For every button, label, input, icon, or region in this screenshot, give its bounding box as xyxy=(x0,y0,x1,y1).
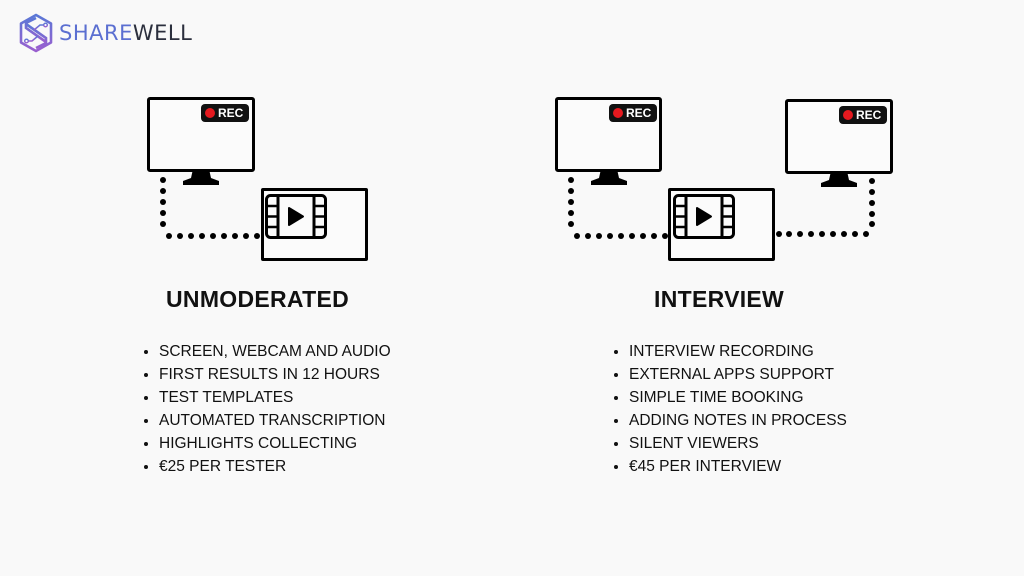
rec-label: REC xyxy=(856,108,882,122)
brand-name-well: WELL xyxy=(132,21,193,45)
record-dot-icon xyxy=(613,108,623,118)
feature-item: FIRST RESULTS IN 12 HOURS xyxy=(142,363,391,386)
plan-title-interview: INTERVIEW xyxy=(654,286,785,312)
dotted-connector-left xyxy=(568,177,668,239)
dotted-connector xyxy=(160,177,260,239)
plan-title-unmoderated: UNMODERATED xyxy=(166,286,350,312)
feature-list-interview: INTERVIEW RECORDING EXTERNAL APPS SUPPOR… xyxy=(612,340,847,478)
sharewell-logo-icon xyxy=(19,13,53,53)
video-play-icon xyxy=(673,194,735,239)
feature-item: €45 PER INTERVIEW xyxy=(612,455,847,478)
record-dot-icon xyxy=(205,108,215,118)
feature-item: AUTOMATED TRANSCRIPTION xyxy=(142,409,391,432)
feature-item: HIGHLIGHTS COLLECTING xyxy=(142,432,391,455)
feature-list-unmoderated: SCREEN, WEBCAM AND AUDIO FIRST RESULTS I… xyxy=(142,340,391,478)
feature-item: SCREEN, WEBCAM AND AUDIO xyxy=(142,340,391,363)
feature-item: ADDING NOTES IN PROCESS xyxy=(612,409,847,432)
rec-label: REC xyxy=(218,106,244,120)
rec-badge: REC xyxy=(839,106,888,124)
brand-logo[interactable]: SHAREWELL xyxy=(16,12,192,54)
feature-item: EXTERNAL APPS SUPPORT xyxy=(612,363,847,386)
feature-item: SILENT VIEWERS xyxy=(612,432,847,455)
feature-item: €25 PER TESTER xyxy=(142,455,391,478)
feature-item: SIMPLE TIME BOOKING xyxy=(612,386,847,409)
dotted-connector-right xyxy=(776,178,875,237)
rec-badge: REC xyxy=(201,104,250,122)
video-play-icon xyxy=(265,194,327,239)
brand-name-share: SHARE xyxy=(59,21,133,45)
brand-name: SHAREWELL xyxy=(59,21,192,45)
record-dot-icon xyxy=(843,110,853,120)
rec-label: REC xyxy=(626,106,652,120)
feature-item: INTERVIEW RECORDING xyxy=(612,340,847,363)
feature-item: TEST TEMPLATES xyxy=(142,386,391,409)
rec-badge: REC xyxy=(609,104,658,122)
